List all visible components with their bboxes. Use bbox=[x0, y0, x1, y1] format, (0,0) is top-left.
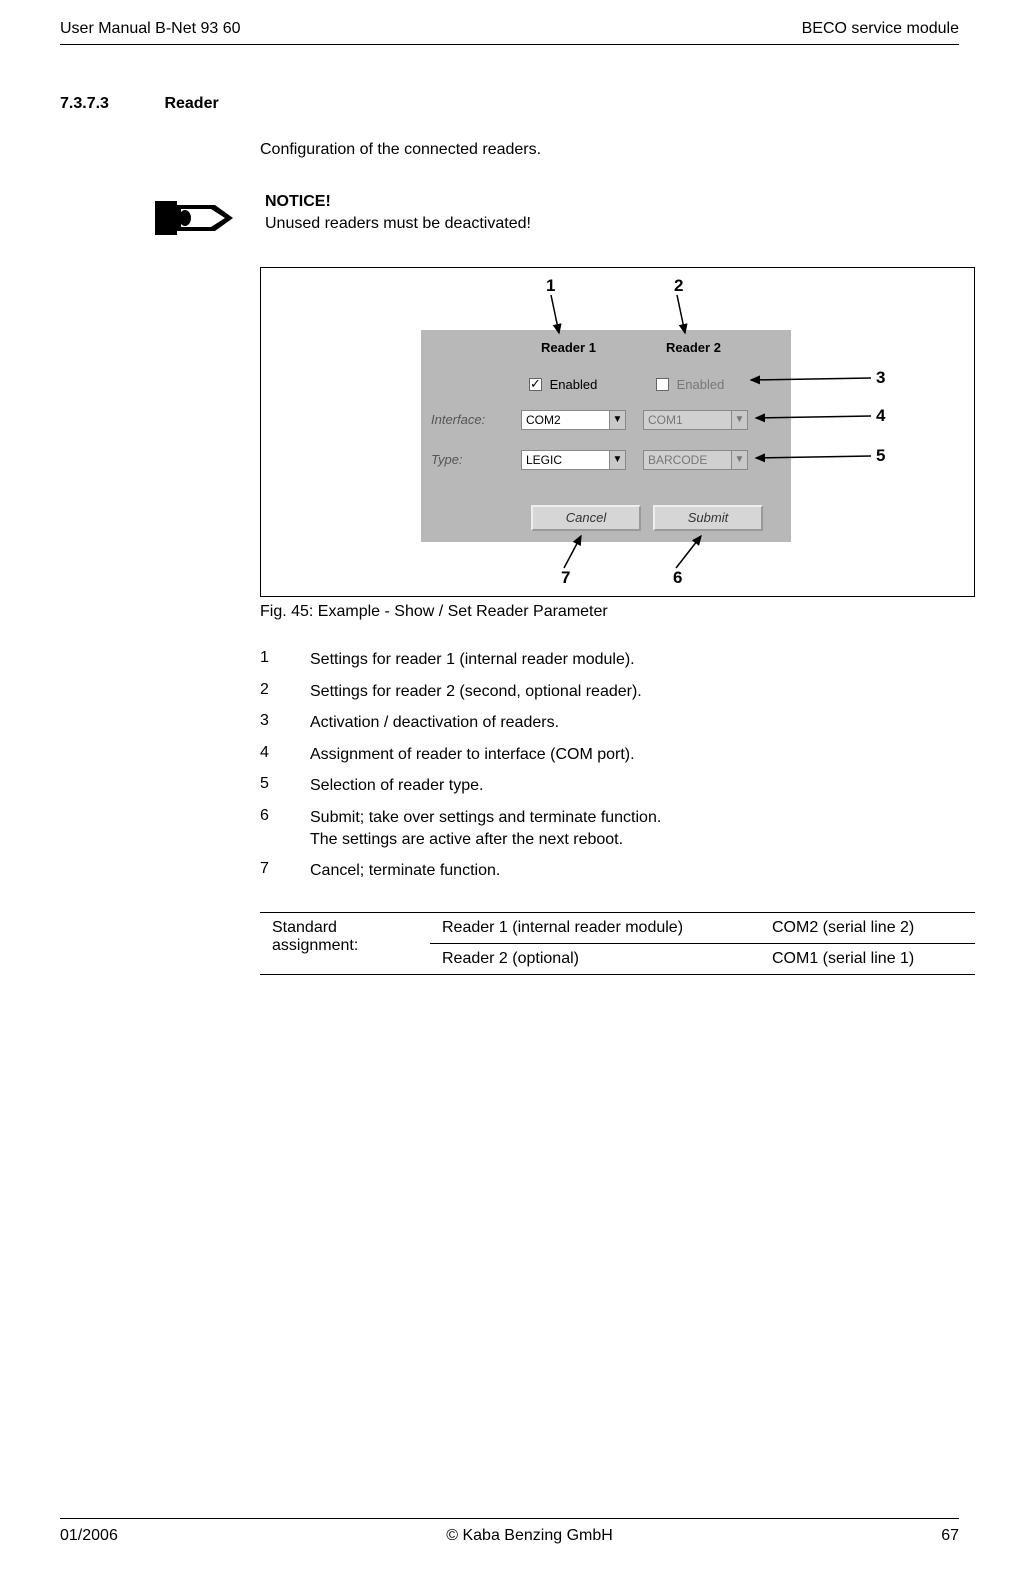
legend-num: 2 bbox=[260, 681, 310, 703]
cancel-button[interactable]: Cancel bbox=[531, 505, 641, 531]
legend-num: 6 bbox=[260, 807, 310, 850]
legend-text: Settings for reader 2 (second, optional … bbox=[310, 681, 959, 703]
assignment-r2-port: COM1 (serial line 1) bbox=[760, 943, 975, 974]
legend-num: 4 bbox=[260, 744, 310, 766]
legend-num: 5 bbox=[260, 775, 310, 797]
page: User Manual B-Net 93 60 BECO service mod… bbox=[0, 0, 1019, 1575]
legend-item: 4Assignment of reader to interface (COM … bbox=[260, 744, 959, 766]
header-right: BECO service module bbox=[802, 20, 959, 38]
section-number: 7.3.7.3 bbox=[60, 95, 160, 113]
assignment-table: Standard assignment: Reader 1 (internal … bbox=[260, 912, 975, 975]
footer-left: 01/2006 bbox=[60, 1527, 118, 1545]
reader1-enabled-label: Enabled bbox=[550, 377, 598, 392]
legend-text: Cancel; terminate function. bbox=[310, 860, 959, 882]
legend-text: Assignment of reader to interface (COM p… bbox=[310, 744, 959, 766]
callout-3: 3 bbox=[876, 368, 885, 388]
legend-text: Settings for reader 1 (internal reader m… bbox=[310, 649, 959, 671]
callout-6: 6 bbox=[673, 568, 682, 588]
legend-item: 5Selection of reader type. bbox=[260, 775, 959, 797]
header-left: User Manual B-Net 93 60 bbox=[60, 20, 241, 38]
reader-config-panel: Reader 1 Reader 2 Enabled Enabled Interf… bbox=[421, 330, 791, 542]
reader2-interface-select[interactable]: COM1 ▼ bbox=[643, 410, 748, 430]
assignment-r2-name: Reader 2 (optional) bbox=[430, 943, 760, 974]
legend-text: Submit; take over settings and terminate… bbox=[310, 807, 959, 850]
type-label: Type: bbox=[431, 452, 463, 467]
callout-2: 2 bbox=[674, 276, 683, 296]
page-header: User Manual B-Net 93 60 BECO service mod… bbox=[60, 20, 959, 45]
section-heading: 7.3.7.3 Reader bbox=[60, 95, 959, 113]
notice-body: Unused readers must be deactivated! bbox=[265, 215, 531, 233]
figure: Reader 1 Reader 2 Enabled Enabled Interf… bbox=[260, 267, 975, 597]
notice-box: NOTICE! Unused readers must be deactivat… bbox=[155, 193, 959, 243]
notice-title: NOTICE! bbox=[265, 193, 531, 211]
reader2-enabled-group: Enabled bbox=[656, 376, 724, 392]
reader1-type-value: LEGIC bbox=[526, 453, 562, 467]
reader2-type-select[interactable]: BARCODE ▼ bbox=[643, 450, 748, 470]
callout-5: 5 bbox=[876, 446, 885, 466]
dropdown-arrow-icon: ▼ bbox=[609, 411, 625, 429]
legend-text: Activation / deactivation of readers. bbox=[310, 712, 959, 734]
intro-text: Configuration of the connected readers. bbox=[260, 141, 959, 159]
footer-center: © Kaba Benzing GmbH bbox=[446, 1527, 613, 1545]
page-footer: 01/2006 © Kaba Benzing GmbH 67 bbox=[60, 1518, 959, 1545]
reader1-interface-select[interactable]: COM2 ▼ bbox=[521, 410, 626, 430]
reader1-enabled-group: Enabled bbox=[529, 376, 597, 392]
legend-item: 7Cancel; terminate function. bbox=[260, 860, 959, 882]
reader1-interface-value: COM2 bbox=[526, 413, 561, 427]
notice-text: NOTICE! Unused readers must be deactivat… bbox=[265, 193, 531, 233]
legend-num: 1 bbox=[260, 649, 310, 671]
assignment-r1-port: COM2 (serial line 2) bbox=[760, 912, 975, 943]
reader1-type-select[interactable]: LEGIC ▼ bbox=[521, 450, 626, 470]
submit-button[interactable]: Submit bbox=[653, 505, 763, 531]
legend-num: 7 bbox=[260, 860, 310, 882]
legend-num: 3 bbox=[260, 712, 310, 734]
reader2-enabled-checkbox[interactable] bbox=[656, 378, 669, 391]
reader2-interface-value: COM1 bbox=[648, 413, 683, 427]
legend-item: 3Activation / deactivation of readers. bbox=[260, 712, 959, 734]
reader1-enabled-checkbox[interactable] bbox=[529, 378, 542, 391]
section-title: Reader bbox=[164, 95, 218, 112]
legend-item: 1Settings for reader 1 (internal reader … bbox=[260, 649, 959, 671]
legend-item: 2Settings for reader 2 (second, optional… bbox=[260, 681, 959, 703]
legend-list: 1Settings for reader 1 (internal reader … bbox=[260, 649, 959, 882]
reader2-enabled-label: Enabled bbox=[677, 377, 725, 392]
dropdown-arrow-icon: ▼ bbox=[609, 451, 625, 469]
reader1-header: Reader 1 bbox=[541, 340, 596, 355]
reader2-type-value: BARCODE bbox=[648, 453, 707, 467]
interface-label: Interface: bbox=[431, 412, 485, 427]
legend-item: 6Submit; take over settings and terminat… bbox=[260, 807, 959, 850]
legend-text: Selection of reader type. bbox=[310, 775, 959, 797]
callout-7: 7 bbox=[561, 568, 570, 588]
pointing-hand-icon bbox=[155, 193, 235, 243]
callout-1: 1 bbox=[546, 276, 555, 296]
dropdown-arrow-icon: ▼ bbox=[731, 451, 747, 469]
footer-right: 67 bbox=[941, 1527, 959, 1545]
reader2-header: Reader 2 bbox=[666, 340, 721, 355]
assignment-label: Standard assignment: bbox=[260, 912, 430, 974]
callout-4: 4 bbox=[876, 406, 885, 426]
figure-caption: Fig. 45: Example - Show / Set Reader Par… bbox=[260, 603, 959, 621]
assignment-r1-name: Reader 1 (internal reader module) bbox=[430, 912, 760, 943]
dropdown-arrow-icon: ▼ bbox=[731, 411, 747, 429]
